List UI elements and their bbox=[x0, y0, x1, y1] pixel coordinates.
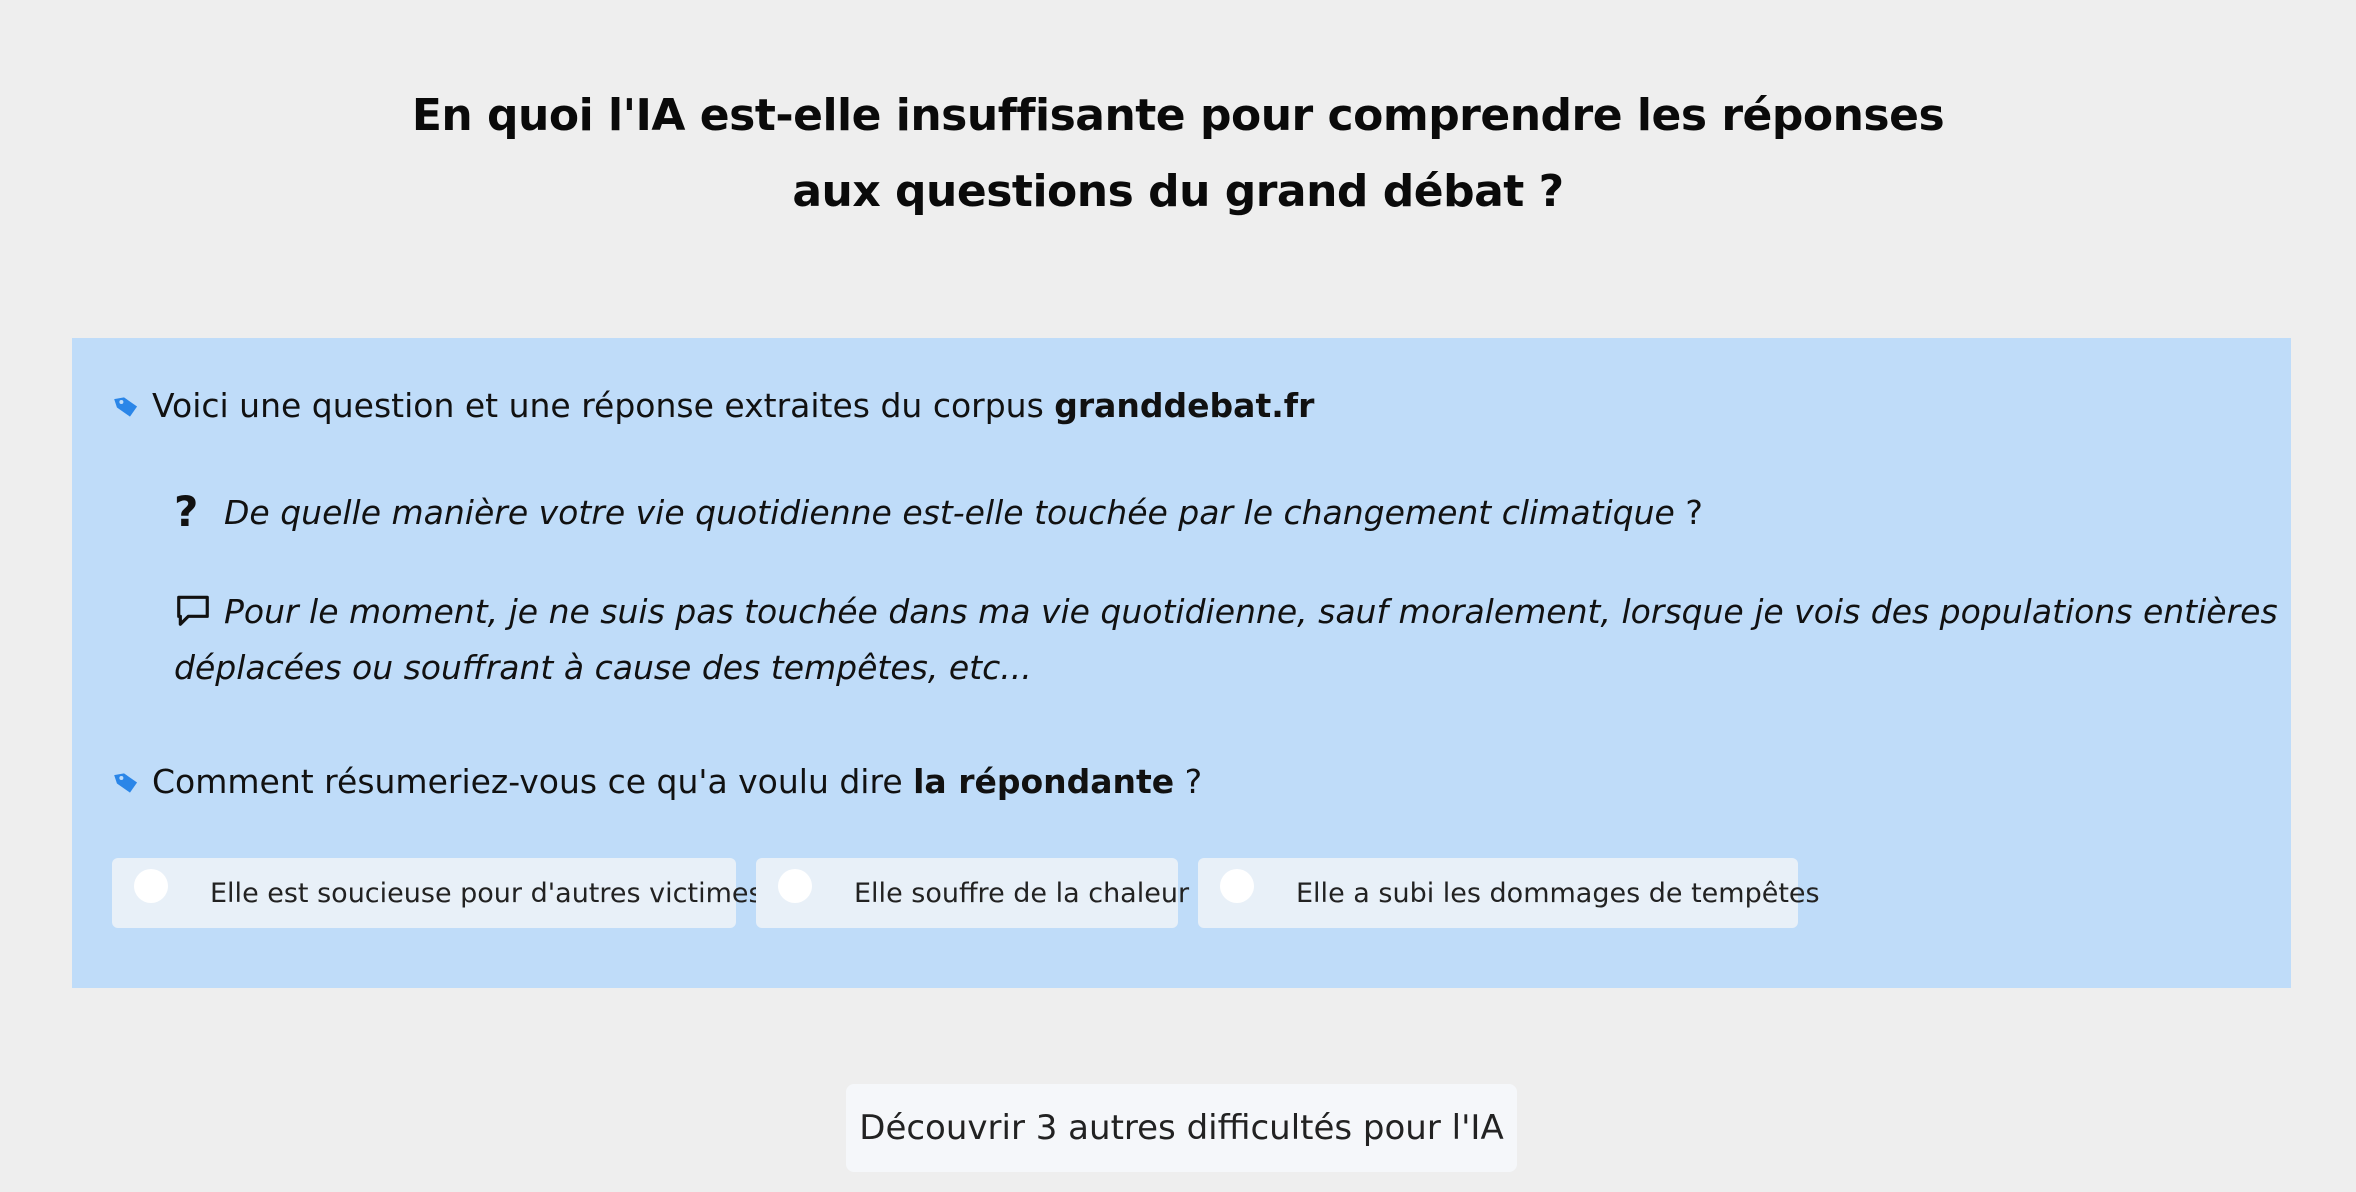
radio-button[interactable] bbox=[778, 869, 812, 903]
summary-prompt-subject: la répondante bbox=[913, 762, 1175, 801]
summary-prompt-suffix: ? bbox=[1174, 762, 1203, 801]
debate-question-suffix: ? bbox=[1674, 493, 1703, 532]
tag-icon bbox=[114, 773, 138, 793]
debate-question-text: De quelle manière votre vie quotidienne … bbox=[224, 493, 1675, 532]
page-title-line-2: aux questions du grand débat ? bbox=[792, 166, 1564, 217]
page-title-line-1: En quoi l'IA est-elle insuffisante pour … bbox=[411, 90, 1945, 141]
corpus-source: granddebat.fr bbox=[1054, 386, 1315, 425]
option-other-victims[interactable]: Elle est soucieuse pour d'autres victime… bbox=[112, 858, 763, 928]
option-storm-damage[interactable]: Elle a subi les dommages de tempêtes bbox=[1198, 858, 1820, 928]
question-card: Voici une question et une réponse extrai… bbox=[72, 338, 2291, 988]
summary-prompt: Comment résumeriez-vous ce qu'a voulu di… bbox=[112, 760, 1202, 804]
radio-button[interactable] bbox=[1220, 869, 1254, 903]
discover-more-label: Découvrir 3 autres difficultés pour l'IA bbox=[859, 1108, 1504, 1148]
radio-button[interactable] bbox=[134, 869, 168, 903]
debate-question: ? De quelle manière votre vie quotidienne… bbox=[174, 490, 1703, 535]
question-mark-icon: ? bbox=[174, 487, 199, 536]
respondent-answer: Pour le moment, je ne suis pas touchée d… bbox=[174, 584, 2284, 696]
answer-options: Elle est soucieuse pour d'autres victime… bbox=[112, 858, 1820, 928]
respondent-answer-text: Pour le moment, je ne suis pas touchée d… bbox=[174, 592, 2278, 687]
option-label: Elle souffre de la chaleur bbox=[854, 877, 1190, 909]
option-label: Elle est soucieuse pour d'autres victime… bbox=[210, 877, 763, 909]
summary-prompt-text: Comment résumeriez-vous ce qu'a voulu di… bbox=[152, 762, 914, 801]
option-label: Elle a subi les dommages de tempêtes bbox=[1296, 877, 1820, 909]
speech-bubble-icon bbox=[177, 595, 209, 626]
option-heat[interactable]: Elle souffre de la chaleur bbox=[756, 858, 1189, 928]
corpus-intro: Voici une question et une réponse extrai… bbox=[112, 384, 1314, 428]
discover-more-button[interactable]: Découvrir 3 autres difficultés pour l'IA bbox=[846, 1084, 1517, 1172]
page-title: En quoi l'IA est-elle insuffisante pour … bbox=[0, 78, 2356, 230]
corpus-intro-text: Voici une question et une réponse extrai… bbox=[152, 386, 1055, 425]
tag-icon bbox=[114, 397, 138, 417]
